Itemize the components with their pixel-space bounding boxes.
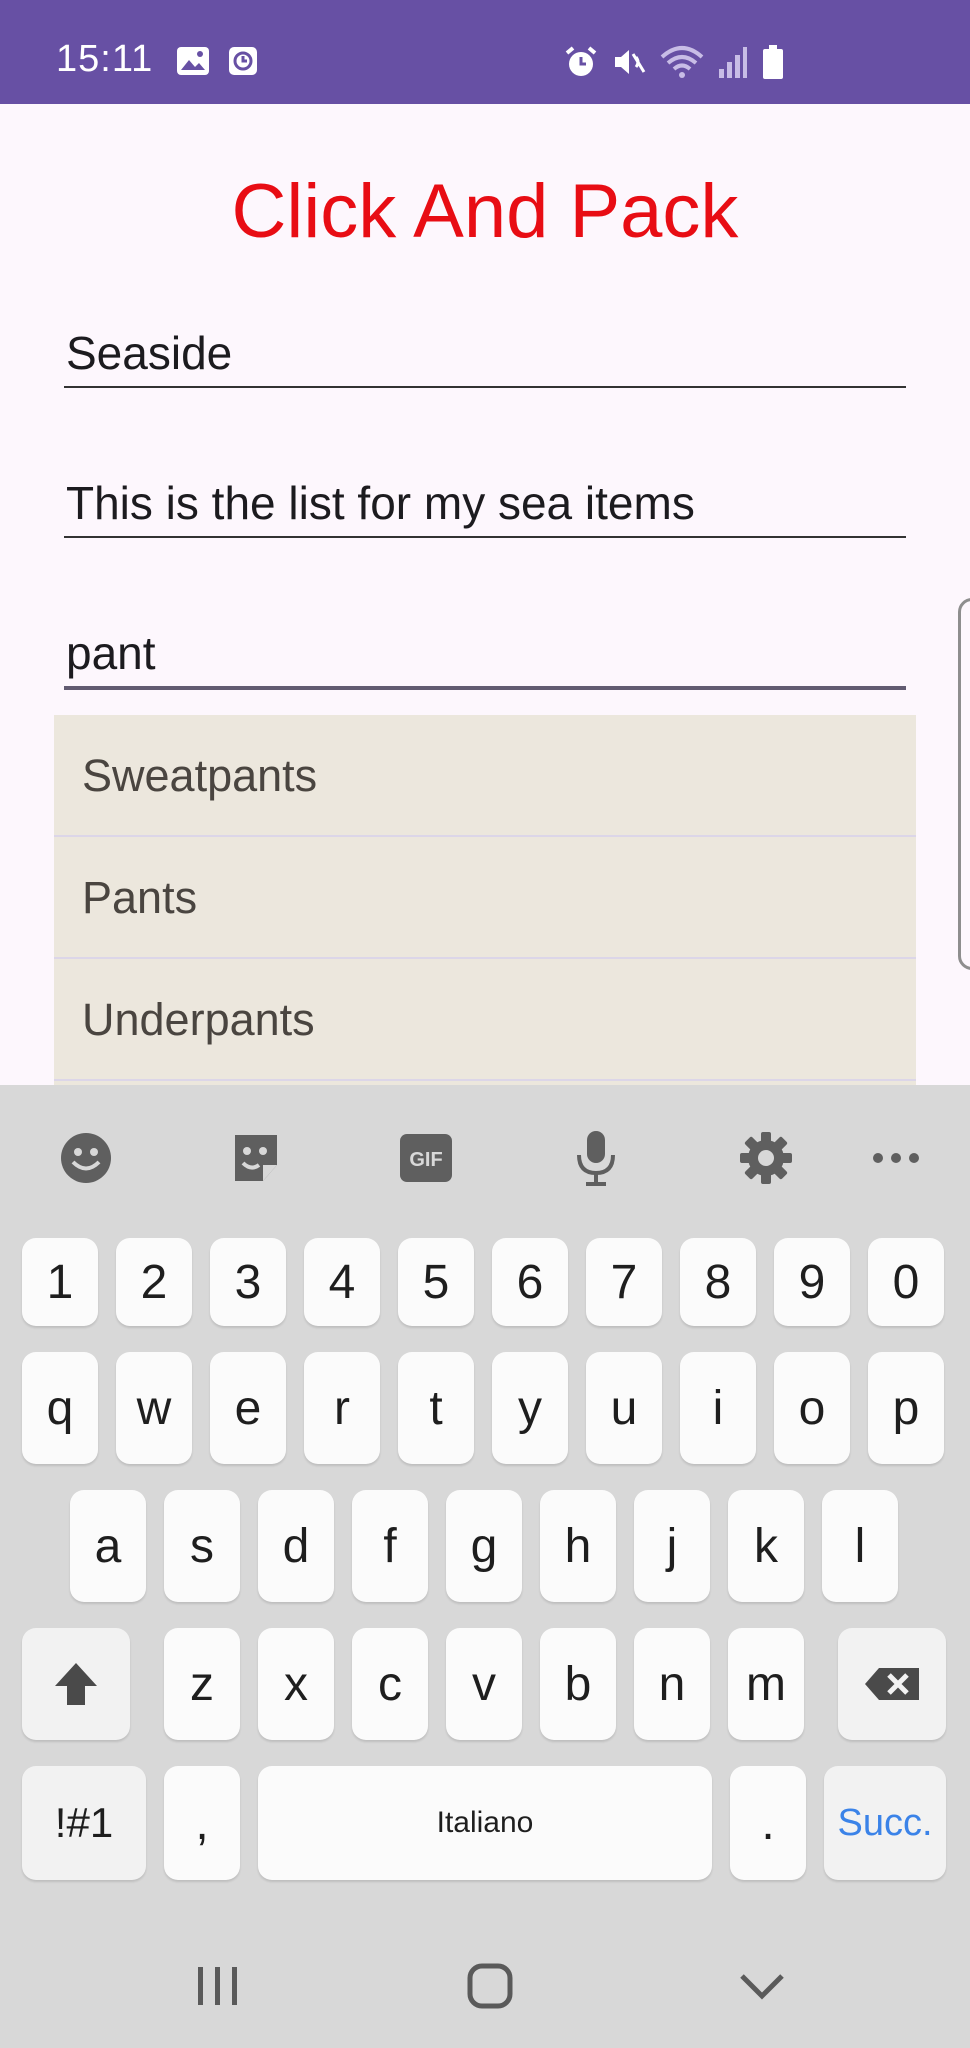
key-7[interactable]: 7 [586, 1238, 662, 1326]
space-key[interactable]: Italiano [258, 1766, 712, 1880]
shift-key[interactable] [22, 1628, 130, 1740]
key-v[interactable]: v [446, 1628, 522, 1740]
hide-keyboard-icon[interactable] [734, 1960, 790, 2012]
key-z[interactable]: z [164, 1628, 240, 1740]
home-icon[interactable] [462, 1960, 518, 2012]
settings-icon[interactable] [736, 1128, 796, 1188]
key-1[interactable]: 1 [22, 1238, 98, 1326]
key-j[interactable]: j [634, 1490, 710, 1602]
comma-key[interactable]: , [164, 1766, 240, 1880]
shift-arrow-icon [55, 1663, 97, 1705]
image-icon [176, 46, 210, 81]
microphone-icon[interactable] [566, 1128, 626, 1188]
key-u[interactable]: u [586, 1352, 662, 1464]
key-p[interactable]: p [868, 1352, 944, 1464]
key-9[interactable]: 9 [774, 1238, 850, 1326]
suggestion-item[interactable]: Sweatpants [54, 715, 916, 837]
key-q[interactable]: q [22, 1352, 98, 1464]
divider [54, 1079, 916, 1081]
list-name-field[interactable] [64, 326, 906, 388]
gif-label: GIF [409, 1149, 442, 1171]
key-y[interactable]: y [492, 1352, 568, 1464]
key-i[interactable]: i [680, 1352, 756, 1464]
symbols-key[interactable]: !#1 [22, 1766, 146, 1880]
key-w[interactable]: w [116, 1352, 192, 1464]
key-l[interactable]: l [822, 1490, 898, 1602]
key-f[interactable]: f [352, 1490, 428, 1602]
key-a[interactable]: a [70, 1490, 146, 1602]
key-r[interactable]: r [304, 1352, 380, 1464]
alarm-icon [564, 45, 598, 84]
key-b[interactable]: b [540, 1628, 616, 1740]
description-input[interactable] [64, 476, 906, 536]
signal-icon [718, 45, 748, 84]
key-c[interactable]: c [352, 1628, 428, 1740]
key-k[interactable]: k [728, 1490, 804, 1602]
key-5[interactable]: 5 [398, 1238, 474, 1326]
key-n[interactable]: n [634, 1628, 710, 1740]
key-o[interactable]: o [774, 1352, 850, 1464]
status-bar: 15:11 [0, 0, 970, 104]
recent-apps-icon[interactable] [190, 1960, 246, 2012]
suggestion-item[interactable]: Underpants [54, 959, 916, 1081]
key-h[interactable]: h [540, 1490, 616, 1602]
key-2[interactable]: 2 [116, 1238, 192, 1326]
key-s[interactable]: s [164, 1490, 240, 1602]
scrollbar-handle[interactable] [958, 598, 970, 970]
clock-app-icon [228, 46, 258, 81]
item-search-field[interactable] [64, 626, 906, 690]
item-search-input[interactable] [64, 626, 906, 686]
status-icons [564, 44, 784, 84]
list-name-input[interactable] [64, 326, 906, 386]
more-icon[interactable] [866, 1128, 926, 1188]
key-m[interactable]: m [728, 1628, 804, 1740]
enter-key[interactable]: Succ. [824, 1766, 946, 1880]
key-d[interactable]: d [258, 1490, 334, 1602]
mute-icon [612, 45, 646, 84]
key-4[interactable]: 4 [304, 1238, 380, 1326]
backspace-icon [865, 1668, 919, 1700]
sticker-icon[interactable] [226, 1128, 286, 1188]
description-field[interactable] [64, 476, 906, 538]
key-t[interactable]: t [398, 1352, 474, 1464]
key-6[interactable]: 6 [492, 1238, 568, 1326]
period-key[interactable]: . [730, 1766, 806, 1880]
key-e[interactable]: e [210, 1352, 286, 1464]
key-g[interactable]: g [446, 1490, 522, 1602]
key-3[interactable]: 3 [210, 1238, 286, 1326]
gif-icon[interactable]: GIF [396, 1128, 456, 1188]
key-x[interactable]: x [258, 1628, 334, 1740]
app-title: Click And Pack [231, 169, 739, 254]
status-time: 15:11 [56, 38, 154, 80]
key-0[interactable]: 0 [868, 1238, 944, 1326]
suggestion-item[interactable]: Pants [54, 837, 916, 959]
key-8[interactable]: 8 [680, 1238, 756, 1326]
backspace-key[interactable] [838, 1628, 946, 1740]
emoji-icon[interactable] [56, 1128, 116, 1188]
suggestions-dropdown: Sweatpants Pants Underpants [54, 715, 916, 1085]
battery-icon [762, 44, 784, 84]
wifi-icon [660, 45, 704, 84]
